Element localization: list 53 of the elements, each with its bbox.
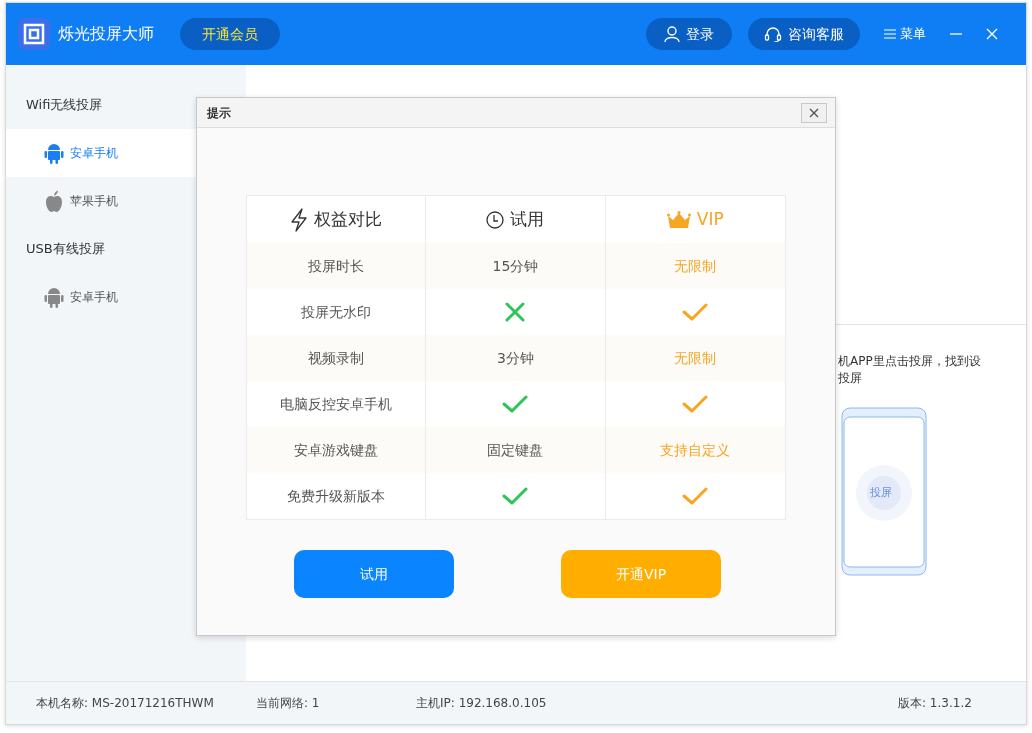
user-icon [664, 26, 680, 42]
check-icon [682, 302, 709, 322]
column-header: 试用 [510, 207, 545, 231]
dialog-title: 提示 [207, 104, 231, 122]
trial-button[interactable]: 试用 [294, 550, 454, 598]
check-icon [502, 394, 529, 414]
check-icon [502, 486, 529, 506]
status-text: 当前网络: 1 [256, 695, 321, 712]
sidebar-item[interactable]: 苹果手机 [6, 177, 246, 225]
phone-screen-label: 投屏 [870, 485, 892, 501]
instruction-text: 机APP里点击投屏，找到设 [838, 353, 982, 370]
cross-icon [505, 302, 526, 322]
android-icon [44, 286, 64, 308]
sidebar-item[interactable]: 安卓手机 [6, 273, 246, 321]
status-text: 版本: 1.3.1.2 [898, 695, 972, 712]
login-button[interactable]: 登录 [646, 18, 732, 50]
close-icon [809, 107, 819, 118]
crown-icon [666, 210, 691, 229]
column-header: VIP [696, 207, 724, 231]
support-button[interactable]: 咨询客服 [748, 18, 860, 50]
check-icon [682, 394, 709, 414]
table-cell-text: 15分钟 [492, 256, 539, 276]
menu-button[interactable]: 菜单 [884, 24, 926, 44]
close-button[interactable] [986, 28, 998, 40]
table-cell-text: 视频录制 [308, 348, 365, 368]
sidebar-section-title: USB有线投屏 [26, 241, 105, 256]
check-icon [682, 486, 709, 506]
table-cell-text: 电脑反控安卓手机 [280, 394, 393, 414]
table-cell-text: 支持自定义 [660, 440, 731, 460]
android-icon [44, 142, 64, 164]
apple-icon [44, 190, 64, 212]
table-cell-text: 安卓游戏键盘 [294, 440, 379, 460]
close-icon [986, 28, 998, 40]
clock-icon [486, 210, 505, 229]
dialog-close-button[interactable] [801, 102, 827, 123]
table-cell-text: 固定键盘 [487, 440, 544, 460]
table-cell-text: 无限制 [674, 256, 717, 276]
table-cell-text: 3分钟 [497, 348, 534, 368]
status-text: 主机IP: 192.168.0.105 [416, 695, 548, 712]
headset-icon [764, 26, 782, 42]
table-cell-text: 投屏无水印 [301, 302, 372, 322]
column-header: 权益对比 [314, 207, 383, 231]
app-title: 烁光投屏大师 [58, 23, 154, 45]
app-logo-icon [18, 18, 50, 50]
table-cell-text: 投屏时长 [308, 256, 365, 276]
vip-button[interactable]: 开通会员 [180, 18, 280, 50]
status-text: 本机名称: MS-20171216THWM [36, 695, 215, 712]
menu-icon [884, 29, 896, 39]
table-cell-text: 无限制 [674, 348, 717, 368]
lightning-icon [290, 207, 309, 232]
table-cell-text: 免费升级新版本 [287, 486, 386, 506]
sidebar-section-title: Wifi无线投屏 [26, 97, 103, 112]
instruction-text: 投屏 [838, 370, 863, 387]
